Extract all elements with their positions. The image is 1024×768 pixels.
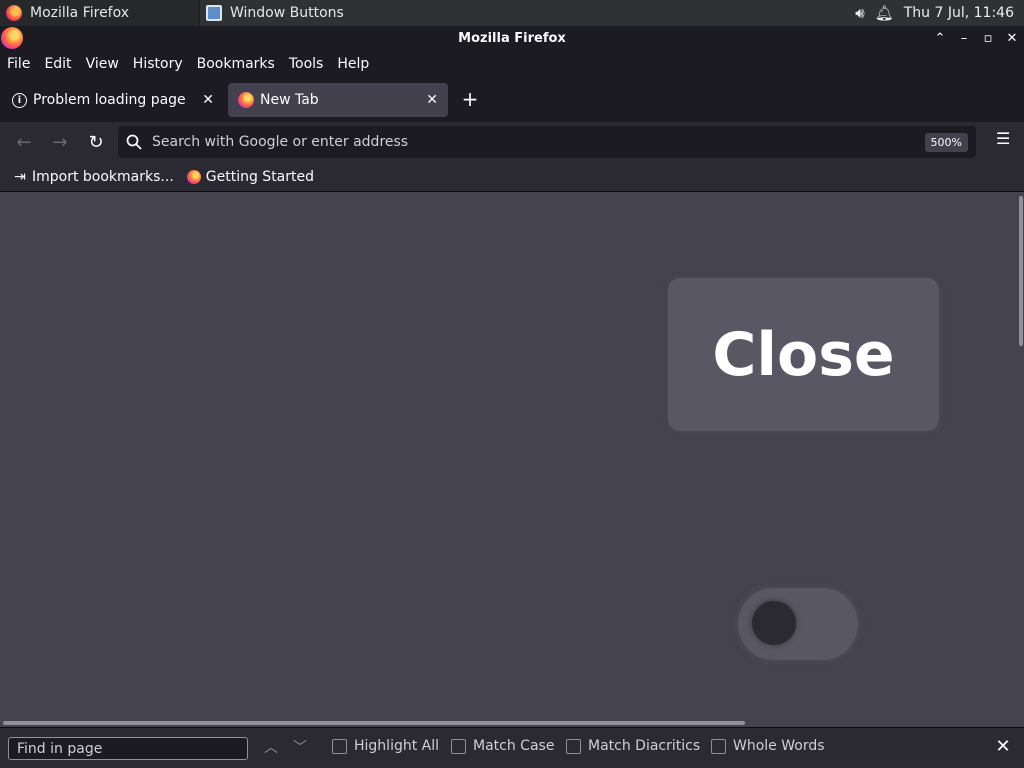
- import-icon: ⇥: [14, 168, 26, 185]
- hamburger-menu-icon[interactable]: ☰: [996, 131, 1012, 147]
- navigation-toolbar: ← → ↻ 500% ☰: [0, 122, 1024, 162]
- tab-close-icon[interactable]: ✕: [426, 92, 438, 108]
- menu-bookmarks[interactable]: Bookmarks: [197, 56, 275, 72]
- option-label: Match Diacritics: [588, 738, 701, 754]
- tab-new-tab[interactable]: New Tab ✕: [228, 83, 448, 117]
- page-content: Close: [0, 192, 1024, 727]
- system-taskbar: Mozilla Firefox Window Buttons 🔊︎ 🔔︎ Thu…: [0, 0, 1024, 26]
- close-button[interactable]: Close: [668, 278, 939, 431]
- window-buttons-icon: [206, 5, 222, 21]
- volume-icon[interactable]: 🔊︎: [855, 4, 864, 22]
- highlight-all-checkbox[interactable]: [332, 738, 347, 754]
- option-label: Whole Words: [733, 738, 825, 754]
- option-label: Match Case: [473, 738, 555, 754]
- bookmark-getting-started[interactable]: Getting Started: [186, 169, 314, 185]
- horizontal-scrollbar[interactable]: [3, 721, 745, 725]
- menu-history[interactable]: History: [133, 56, 183, 72]
- window-controls: ⌃ – ▫ ✕: [934, 26, 1018, 50]
- reload-icon[interactable]: ↻: [78, 126, 114, 158]
- window-title: Mozilla Firefox: [458, 30, 566, 46]
- menu-view[interactable]: View: [86, 56, 119, 72]
- toggle-knob: [752, 601, 796, 645]
- taskbar-item-label: Mozilla Firefox: [30, 5, 130, 21]
- toggle-switch[interactable]: [738, 588, 858, 660]
- firefox-icon: [238, 92, 254, 108]
- whole-words-checkbox[interactable]: [711, 738, 726, 754]
- menu-tools[interactable]: Tools: [289, 56, 324, 72]
- zoom-indicator[interactable]: 500%: [924, 133, 968, 152]
- highlight-all-option[interactable]: Highlight All: [332, 738, 439, 754]
- menu-help[interactable]: Help: [337, 56, 369, 72]
- match-diacritics-checkbox[interactable]: [566, 738, 581, 754]
- notification-bell-icon[interactable]: 🔔︎: [875, 4, 894, 22]
- bookmarks-toolbar: ⇥ Import bookmarks... Getting Started: [0, 162, 1024, 192]
- maximize-icon[interactable]: ▫: [982, 31, 994, 46]
- bookmark-import[interactable]: ⇥ Import bookmarks...: [12, 169, 174, 185]
- match-case-option[interactable]: Match Case: [451, 738, 554, 754]
- close-icon[interactable]: ✕: [1006, 31, 1018, 46]
- address-bar[interactable]: 500%: [118, 126, 976, 158]
- match-diacritics-option[interactable]: Match Diacritics: [566, 738, 700, 754]
- match-case-checkbox[interactable]: [451, 738, 466, 754]
- tab-label: New Tab: [260, 92, 319, 108]
- bookmark-label: Getting Started: [205, 168, 315, 185]
- find-next-icon[interactable]: ﹀: [290, 738, 310, 758]
- firefox-icon: [186, 169, 202, 185]
- whole-words-option[interactable]: Whole Words: [711, 738, 825, 754]
- system-tray: 🔊︎ 🔔︎ Thu 7 Jul, 11:46: [855, 4, 1024, 22]
- clock[interactable]: Thu 7 Jul, 11:46: [904, 5, 1014, 21]
- find-bar: ︿ ﹀ Highlight All Match Case Match Diacr…: [0, 727, 1024, 768]
- tab-label: Problem loading page: [33, 92, 186, 108]
- firefox-icon: [6, 5, 22, 21]
- firefox-icon[interactable]: [1, 27, 23, 49]
- menu-file[interactable]: File: [7, 56, 30, 72]
- menu-bar: File Edit View History Bookmarks Tools H…: [0, 50, 1024, 78]
- find-close-icon[interactable]: ✕: [994, 738, 1012, 756]
- menu-edit[interactable]: Edit: [44, 56, 71, 72]
- find-input[interactable]: [8, 737, 248, 760]
- taskbar-item-window-buttons[interactable]: Window Buttons: [200, 0, 350, 26]
- new-tab-plus-icon[interactable]: +: [460, 89, 480, 110]
- taskbar-item-label: Window Buttons: [230, 5, 344, 21]
- search-input[interactable]: [152, 134, 892, 150]
- tab-close-icon[interactable]: ✕: [202, 92, 214, 108]
- window-titlebar: Mozilla Firefox ⌃ – ▫ ✕: [0, 26, 1024, 50]
- find-previous-icon[interactable]: ︿: [261, 738, 281, 758]
- chevron-up-icon[interactable]: ⌃: [934, 31, 946, 46]
- taskbar-item-firefox[interactable]: Mozilla Firefox: [0, 0, 200, 26]
- forward-arrow-icon[interactable]: →: [42, 126, 78, 158]
- minimize-icon[interactable]: –: [958, 31, 970, 46]
- info-icon: i: [12, 92, 27, 108]
- bookmark-label: Import bookmarks...: [32, 168, 174, 185]
- tab-problem-loading-page[interactable]: i Problem loading page ✕: [2, 83, 224, 117]
- tab-strip: i Problem loading page ✕ New Tab ✕ +: [0, 78, 1024, 122]
- option-label: Highlight All: [354, 738, 440, 754]
- vertical-scrollbar[interactable]: [1019, 196, 1023, 346]
- search-icon: [126, 134, 142, 150]
- back-arrow-icon[interactable]: ←: [6, 126, 42, 158]
